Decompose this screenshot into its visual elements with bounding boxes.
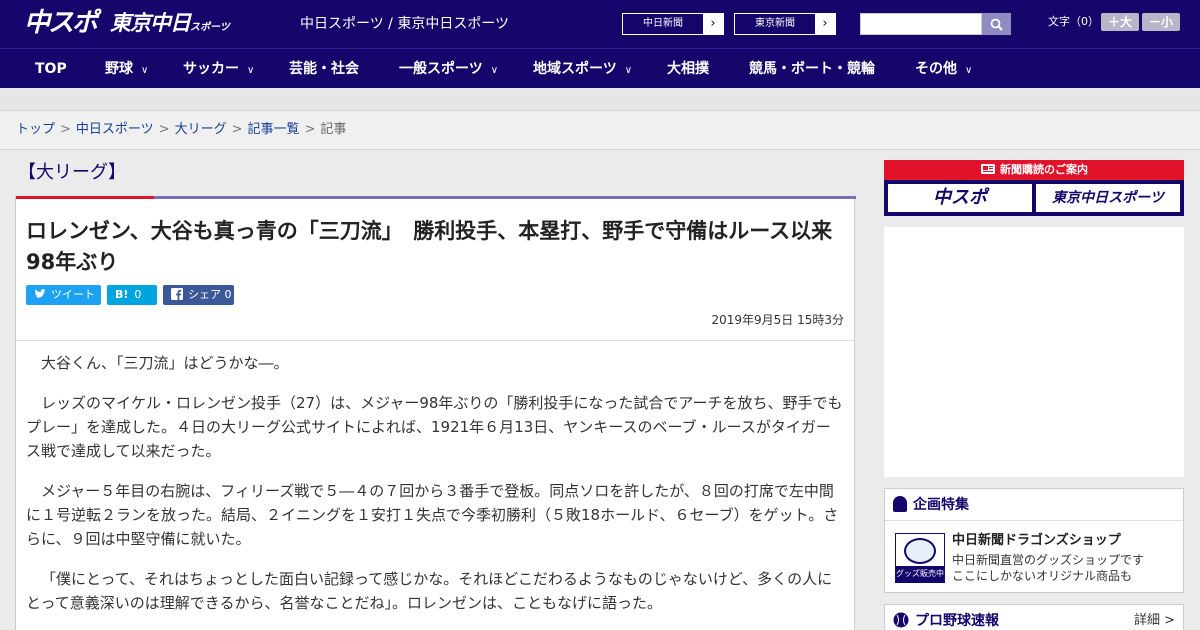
facebook-share-label: シェア	[188, 288, 221, 301]
hatena-icon: B!	[115, 288, 129, 301]
nav-item-regional-sports[interactable]: 地域スポーツ ∨	[533, 49, 632, 89]
header-rule	[154, 196, 856, 199]
nav-item-baseball[interactable]: 野球 ∨	[105, 49, 148, 89]
mascot-icon	[904, 538, 936, 564]
feature-icon	[893, 496, 907, 512]
baseball-detail-link[interactable]: 詳細 >	[1134, 605, 1175, 630]
article-paragraph: レッズのマイケル・ロレンゼン投手（27）は、メジャー98年ぶりの「勝利投手になっ…	[26, 394, 843, 460]
shop-thumb-tag: グッズ販売中	[896, 566, 944, 582]
facebook-share-count: 0	[224, 288, 232, 301]
dragons-shop-description: 中日新聞直営のグッズショップです ここにしかないオリジナル商品も	[952, 552, 1177, 584]
breadcrumb-separator: >	[60, 122, 71, 137]
article-body: 大谷くん、「三刀流」はどうかな―。 レッズのマイケル・ロレンゼン投手（27）は、…	[26, 351, 844, 630]
tokyo-chunichi-logo[interactable]: 東京中日スポーツ	[110, 10, 230, 41]
chevron-right-icon: ›	[703, 14, 723, 34]
tokyo-logo-main: 東京中日	[110, 11, 191, 35]
breadcrumb-top[interactable]: トップ	[16, 122, 55, 137]
subscribe-tokyo-button[interactable]: 東京中日スポーツ	[1036, 184, 1180, 212]
nav-label: 芸能・社会	[289, 61, 359, 77]
article-paragraph: 「僕にとって、それはちょっとした面白い記録って感じかな。それほどこだわるようなも…	[26, 570, 833, 612]
breadcrumb-separator: >	[158, 122, 170, 137]
subscription-header: 新聞購読のご案内	[884, 160, 1184, 180]
breadcrumb: トップ > 中日スポーツ > 大リーグ > 記事一覧 > 記事	[0, 112, 1200, 150]
nav-item-sumo[interactable]: 大相撲	[667, 49, 709, 89]
chevron-down-icon: ∨	[490, 65, 499, 76]
article-headline: ロレンゼン、大谷も真っ青の「三刀流」 勝利投手、本塁打、野手で守備はルース以来9…	[26, 219, 833, 274]
shop-desc-line: ここにしかないオリジナル商品も	[952, 569, 1133, 583]
breadcrumb-separator: >	[231, 122, 243, 137]
nav-label: 野球	[105, 61, 133, 77]
chuspo-logo[interactable]: 中スポ	[24, 8, 98, 38]
font-size-label: 文字（0）	[1048, 15, 1099, 28]
chunichi-shimbun-label: 中日新聞	[643, 18, 683, 29]
breadcrumb-current: 記事	[320, 122, 347, 137]
nav-item-racing[interactable]: 競馬・ボート・競輪	[749, 49, 875, 89]
search-icon	[990, 18, 1003, 31]
baseball-scores-box: プロ野球速報 詳細 >	[884, 604, 1184, 630]
subscribe-chuspo-button[interactable]: 中スポ	[888, 184, 1032, 212]
nav-label: 地域スポーツ	[533, 61, 617, 77]
chevron-down-icon: ∨	[141, 65, 149, 76]
tokyo-logo-suffix: スポーツ	[190, 22, 230, 33]
nav-label: 一般スポーツ	[399, 61, 483, 77]
chunichi-shimbun-button[interactable]: 中日新聞 ›	[622, 13, 724, 35]
baseball-scores-title: プロ野球速報	[915, 613, 999, 629]
article-paragraph: メジャー５年目の右腕は、フィリーズ戦で５―４の７回から３番手で登板。同点ソロを許…	[26, 482, 839, 548]
nav-label: サッカー	[183, 61, 239, 77]
chevron-down-icon: ∨	[247, 65, 255, 76]
chevron-down-icon: ∨	[624, 65, 633, 76]
tokyo-shimbun-button[interactable]: 東京新聞 ›	[734, 13, 836, 35]
hatena-count: 0	[134, 288, 142, 301]
nav-item-general-sports[interactable]: 一般スポーツ ∨	[399, 49, 498, 89]
twitter-icon	[34, 289, 46, 298]
tokyo-shimbun-label: 東京新聞	[755, 18, 795, 29]
publish-date: 2019年9月5日 15時3分	[711, 313, 844, 327]
top-bar: 中スポ 東京中日スポーツ 中日スポーツ / 東京中日スポーツ 中日新聞 › 東京…	[0, 0, 1200, 48]
feature-box: 企画特集 グッズ販売中 中日新聞ドラゴンズショップ 中日新聞直営のグッズショップ…	[884, 488, 1184, 593]
nav-item-other[interactable]: その他 ∨	[915, 49, 972, 89]
dragons-shop-link[interactable]: 中日新聞ドラゴンズショップ	[952, 532, 1121, 550]
category-accent-bar	[16, 196, 154, 199]
facebook-share-button[interactable]: シェア 0	[163, 285, 234, 305]
nav-label: 競馬・ボート・競輪	[749, 61, 875, 77]
feature-title: 企画特集	[913, 497, 969, 513]
article: ロレンゼン、大谷も真っ青の「三刀流」 勝利投手、本塁打、野手で守備はルース以来9…	[15, 196, 856, 630]
subscription-title: 新聞購読のご案内	[1000, 163, 1088, 176]
search-input[interactable]	[860, 13, 982, 35]
search-button[interactable]	[982, 13, 1011, 35]
breadcrumb-separator: >	[304, 122, 316, 137]
divider	[16, 340, 854, 341]
hatena-bookmark-button[interactable]: B! 0	[107, 285, 157, 305]
nav-label: 大相撲	[667, 61, 709, 77]
nav-label: その他	[915, 61, 957, 77]
article-category: 【大リーグ】	[18, 162, 126, 183]
site-title: 中日スポーツ / 東京中日スポーツ	[300, 16, 510, 32]
ad-space	[884, 227, 1184, 477]
breadcrumb-mlb[interactable]: 大リーグ	[175, 122, 227, 137]
feature-header: 企画特集	[885, 489, 1183, 521]
baseball-scores-header: プロ野球速報 詳細 >	[885, 605, 1183, 630]
ad-band	[0, 89, 1200, 111]
chevron-right-icon: ›	[815, 14, 835, 34]
main-nav: TOP 野球 ∨ サッカー ∨ 芸能・社会 一般スポーツ ∨ 地域スポーツ ∨ 大相撲 …	[0, 48, 1200, 88]
subscription-banner[interactable]: 新聞購読のご案内 中スポ 東京中日スポーツ	[884, 160, 1184, 216]
tweet-button[interactable]: ツイート	[26, 285, 101, 305]
chevron-down-icon: ∨	[965, 65, 973, 76]
breadcrumb-article-list[interactable]: 記事一覧	[248, 122, 300, 137]
facebook-icon	[171, 288, 183, 300]
breadcrumb-chunichi-sports[interactable]: 中日スポーツ	[76, 122, 154, 137]
shop-desc-line: 中日新聞直営のグッズショップです	[952, 553, 1145, 567]
font-larger-button[interactable]: ＋大	[1101, 13, 1139, 31]
article-paragraph: 大谷くん、「三刀流」はどうかな―。	[41, 354, 289, 372]
nav-label: TOP	[35, 61, 67, 77]
dragons-shop-thumbnail[interactable]: グッズ販売中	[895, 533, 945, 583]
nav-item-top[interactable]: TOP	[35, 49, 67, 89]
nav-item-entertainment[interactable]: 芸能・社会	[289, 49, 359, 89]
font-smaller-button[interactable]: －小	[1142, 13, 1180, 31]
newspaper-icon	[981, 164, 995, 174]
nav-item-soccer[interactable]: サッカー ∨	[183, 49, 254, 89]
tweet-label: ツイート	[51, 288, 95, 301]
baseball-icon	[893, 612, 909, 628]
